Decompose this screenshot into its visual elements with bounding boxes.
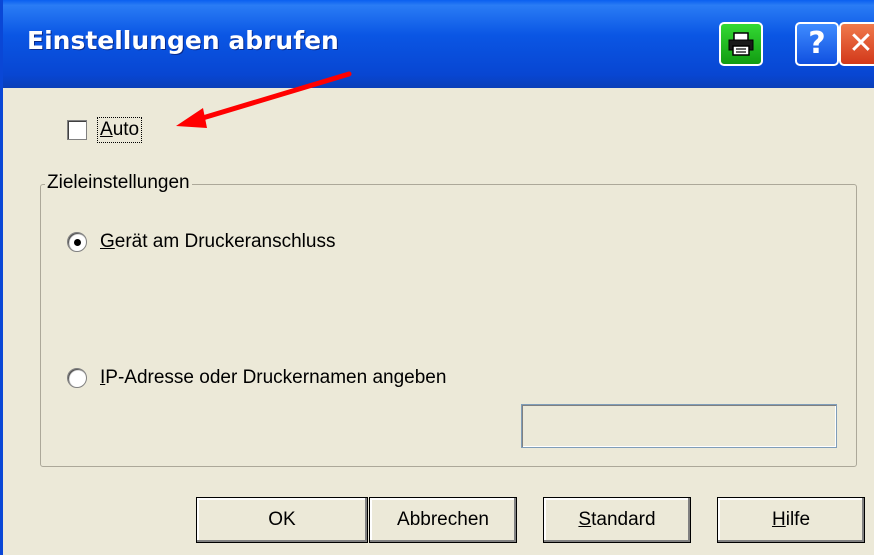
auto-checkbox-label[interactable]: Auto — [97, 117, 143, 143]
cancel-button[interactable]: Abbrechen — [369, 497, 517, 543]
printer-port-mnemonic: G — [100, 231, 115, 252]
auto-checkbox[interactable] — [67, 120, 87, 140]
radio-printer-port-label[interactable]: Gerät am Druckeranschluss — [100, 231, 335, 253]
help-title-button[interactable]: ? — [795, 22, 839, 66]
ip-address-input[interactable] — [521, 404, 837, 448]
help-icon: ? — [808, 26, 826, 61]
auto-label-rest: uto — [112, 119, 140, 140]
auto-checkbox-row[interactable]: Auto — [67, 117, 143, 143]
radio-printer-port-row[interactable]: Gerät am Druckeranschluss — [67, 231, 335, 253]
close-button[interactable]: ✕ — [839, 22, 874, 66]
help-button-label: Hilfe — [772, 509, 810, 531]
standard-label-rest: tandard — [591, 509, 656, 530]
printer-port-label-rest: erät am Druckeranschluss — [114, 231, 336, 252]
window-title: Einstellungen abrufen — [27, 26, 339, 55]
dialog-window: Einstellungen abrufen ? ✕ Auto Zieleinst… — [0, 0, 874, 555]
help-mnemonic: H — [771, 509, 786, 530]
printer-icon — [728, 32, 754, 56]
ok-button-label: OK — [268, 509, 296, 530]
help-button[interactable]: Hilfe — [717, 497, 865, 543]
radio-printer-port[interactable] — [67, 232, 87, 252]
radio-ip-address-row[interactable]: IP-Adresse oder Druckernamen angeben — [67, 367, 446, 389]
radio-ip-address[interactable] — [67, 368, 87, 388]
printer-button[interactable] — [719, 22, 763, 66]
standard-mnemonic: S — [578, 509, 592, 530]
radio-ip-address-label[interactable]: IP-Adresse oder Druckernamen angeben — [100, 367, 446, 389]
standard-button[interactable]: Standard — [543, 497, 691, 543]
target-settings-title: Zieleinstellungen — [45, 172, 192, 194]
close-icon: ✕ — [848, 26, 874, 61]
standard-button-label: Standard — [578, 509, 655, 531]
auto-mnemonic: A — [100, 119, 113, 140]
cancel-button-label: Abbrechen — [397, 509, 489, 530]
ok-button[interactable]: OK — [196, 497, 368, 543]
help-label-rest: ilfe — [785, 509, 811, 530]
title-bar[interactable]: Einstellungen abrufen ? ✕ — [3, 0, 874, 88]
ip-address-label-rest: P-Adresse oder Druckernamen angeben — [105, 367, 447, 388]
